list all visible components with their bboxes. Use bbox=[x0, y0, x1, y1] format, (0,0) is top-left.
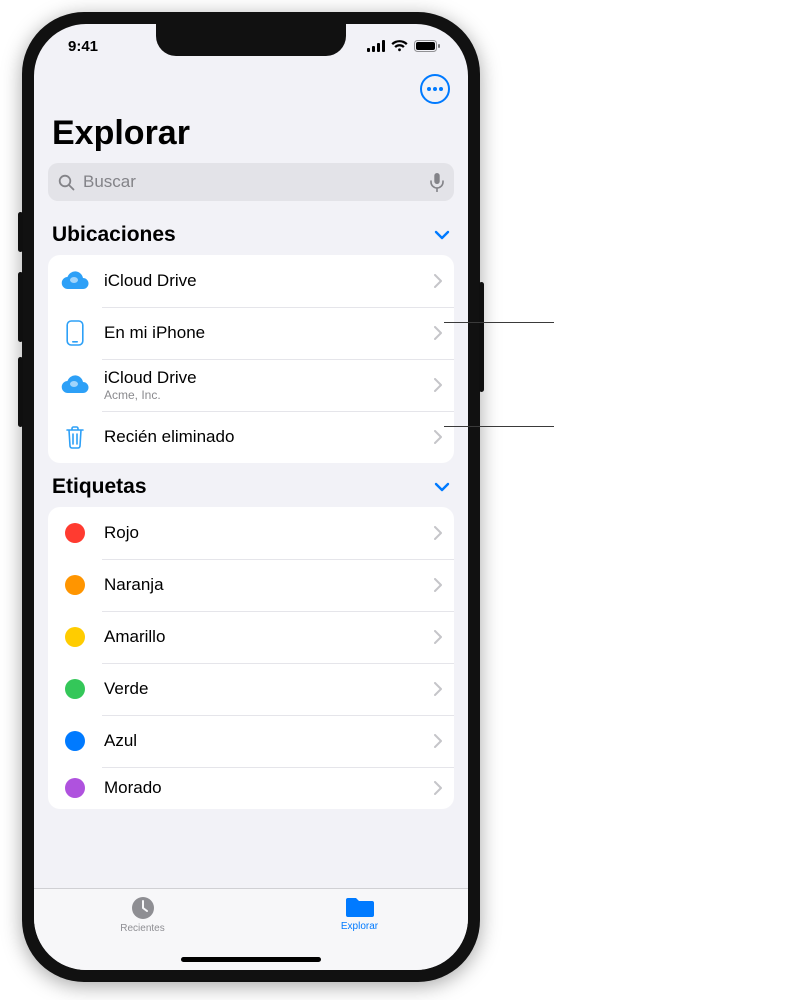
folder-icon bbox=[345, 895, 375, 919]
iphone-icon bbox=[60, 318, 90, 348]
chevron-right-icon bbox=[434, 682, 442, 696]
location-icloud-drive-work[interactable]: iCloud Drive Acme, Inc. bbox=[48, 359, 454, 411]
tab-label: Recientes bbox=[120, 923, 164, 934]
tab-label: Explorar bbox=[341, 921, 378, 932]
chevron-right-icon bbox=[434, 526, 442, 540]
row-label: Morado bbox=[104, 778, 420, 798]
row-label: Rojo bbox=[104, 523, 420, 543]
row-label: Azul bbox=[104, 731, 420, 751]
dictation-icon[interactable] bbox=[430, 173, 444, 192]
trash-icon bbox=[60, 422, 90, 452]
locations-header[interactable]: Ubicaciones bbox=[48, 211, 454, 255]
chevron-right-icon bbox=[434, 378, 442, 392]
callout-line bbox=[444, 426, 554, 427]
location-recently-deleted[interactable]: Recién eliminado bbox=[48, 411, 454, 463]
tag-blue[interactable]: Azul bbox=[48, 715, 454, 767]
tag-green[interactable]: Verde bbox=[48, 663, 454, 715]
tag-dot bbox=[65, 575, 85, 595]
clock-icon bbox=[130, 895, 156, 921]
tab-bar: Recientes Explorar bbox=[34, 888, 468, 970]
tag-dot bbox=[65, 523, 85, 543]
chevron-right-icon bbox=[434, 630, 442, 644]
home-indicator[interactable] bbox=[181, 957, 321, 962]
chevron-down-icon bbox=[434, 230, 450, 240]
tag-dot bbox=[65, 731, 85, 751]
search-placeholder: Buscar bbox=[83, 172, 422, 192]
notch bbox=[156, 24, 346, 56]
volume-down-button bbox=[18, 357, 23, 427]
more-button[interactable] bbox=[420, 74, 450, 104]
page-title: Explorar bbox=[34, 106, 468, 159]
row-label: En mi iPhone bbox=[104, 323, 420, 343]
chevron-right-icon bbox=[434, 326, 442, 340]
icloud-icon bbox=[60, 266, 90, 296]
row-label: iCloud Drive bbox=[104, 271, 420, 291]
chevron-right-icon bbox=[434, 430, 442, 444]
tag-red[interactable]: Rojo bbox=[48, 507, 454, 559]
chevron-right-icon bbox=[434, 781, 442, 795]
chevron-down-icon bbox=[434, 482, 450, 492]
tags-header[interactable]: Etiquetas bbox=[48, 463, 454, 507]
side-button bbox=[479, 282, 484, 392]
tag-dot bbox=[65, 679, 85, 699]
wifi-icon bbox=[391, 40, 408, 52]
chevron-right-icon bbox=[434, 578, 442, 592]
row-sublabel: Acme, Inc. bbox=[104, 388, 420, 402]
status-indicators bbox=[367, 40, 440, 52]
tags-list: Rojo Naranja Amarillo bbox=[48, 507, 454, 809]
chevron-right-icon bbox=[434, 274, 442, 288]
screen: 9:41 Explorar Buscar bbox=[34, 24, 468, 970]
mute-switch bbox=[18, 212, 23, 252]
locations-title: Ubicaciones bbox=[52, 223, 176, 247]
location-on-my-iphone[interactable]: En mi iPhone bbox=[48, 307, 454, 359]
icloud-icon bbox=[60, 370, 90, 400]
locations-list: iCloud Drive En mi iPhone bbox=[48, 255, 454, 463]
battery-icon bbox=[414, 40, 440, 52]
row-label: Recién eliminado bbox=[104, 427, 420, 447]
callout-line bbox=[444, 322, 554, 323]
cellular-icon bbox=[367, 40, 385, 52]
tag-dot bbox=[65, 627, 85, 647]
row-label: Naranja bbox=[104, 575, 420, 595]
row-label: iCloud Drive bbox=[104, 368, 420, 388]
chevron-right-icon bbox=[434, 734, 442, 748]
search-field[interactable]: Buscar bbox=[48, 163, 454, 201]
status-time: 9:41 bbox=[68, 38, 98, 55]
phone-frame: 9:41 Explorar Buscar bbox=[22, 12, 480, 982]
row-label: Verde bbox=[104, 679, 420, 699]
tags-title: Etiquetas bbox=[52, 475, 147, 499]
location-icloud-drive[interactable]: iCloud Drive bbox=[48, 255, 454, 307]
tag-orange[interactable]: Naranja bbox=[48, 559, 454, 611]
tag-purple[interactable]: Morado bbox=[48, 767, 454, 809]
volume-up-button bbox=[18, 272, 23, 342]
row-label: Amarillo bbox=[104, 627, 420, 647]
search-icon bbox=[58, 174, 75, 191]
tag-dot bbox=[65, 778, 85, 798]
tag-yellow[interactable]: Amarillo bbox=[48, 611, 454, 663]
